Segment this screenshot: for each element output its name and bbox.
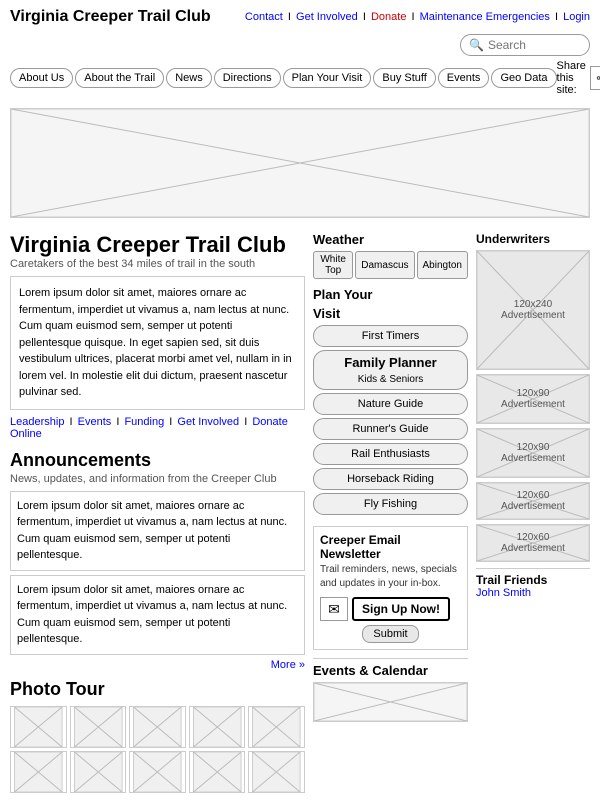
search-bar: 🔍 (460, 34, 590, 56)
ad-1: 120x240Advertisement (476, 250, 590, 370)
plan-btn-runners-guide[interactable]: Runner's Guide (313, 418, 468, 440)
photo-thumb (129, 706, 186, 748)
events-calendar-title: Events & Calendar (313, 658, 468, 678)
get-involved-text-link[interactable]: Get Involved (177, 416, 239, 428)
submit-button[interactable]: Submit (362, 625, 418, 643)
ad-2: 120x90Advertisement (476, 374, 590, 424)
weather-btn-white-top[interactable]: White Top (313, 251, 353, 279)
ad-label-2: 120x90Advertisement (501, 388, 565, 410)
announcement-2: Lorem ipsum dolor sit amet, maiores orna… (10, 575, 305, 655)
main-content: Virginia Creeper Trail Club Caretakers o… (0, 224, 600, 801)
photo-thumb (129, 751, 186, 793)
site-title: Virginia Creeper Trail Club (10, 8, 211, 26)
announcements-title: Announcements (10, 450, 305, 471)
funding-link[interactable]: Funding (124, 416, 164, 428)
more-link-row: More » (10, 659, 305, 671)
share-section: Share this site: (557, 60, 600, 96)
plan-your-visit-title2: Visit (313, 306, 468, 321)
newsletter-row: ✉ Sign Up Now! (320, 597, 461, 621)
ad-label-1: 120x240Advertisement (501, 299, 565, 321)
share-label: Share this site: (557, 60, 586, 96)
nav-directions[interactable]: Directions (214, 68, 281, 88)
weather-title: Weather (313, 232, 468, 247)
intro-text: Lorem ipsum dolor sit amet, maiores orna… (10, 276, 305, 410)
photo-thumb (70, 751, 127, 793)
share-button[interactable] (590, 66, 600, 90)
newsletter-desc: Trail reminders, news, specials and upda… (320, 563, 461, 591)
more-link[interactable]: More » (271, 659, 305, 671)
nav-geo-data[interactable]: Geo Data (491, 68, 556, 88)
contact-link[interactable]: Contact (245, 11, 283, 23)
left-column: Virginia Creeper Trail Club Caretakers o… (10, 232, 305, 793)
nav-news[interactable]: News (166, 68, 212, 88)
ad-4: 120x60Advertisement (476, 482, 590, 520)
newsletter-title: Creeper Email Newsletter (320, 533, 461, 561)
ad-5: 120x60Advertisement (476, 524, 590, 562)
family-planner-sub: Kids & Seniors (358, 374, 424, 385)
photo-thumb (70, 706, 127, 748)
plan-btn-family-planner[interactable]: Family PlannerKids & Seniors (313, 350, 468, 390)
mail-icon: ✉ (320, 597, 348, 621)
announcements-subtitle: News, updates, and information from the … (10, 473, 305, 485)
weather-btn-abington[interactable]: Abington (417, 251, 468, 279)
plan-btn-first-timers[interactable]: First Timers (313, 325, 468, 347)
nav-items: About Us About the Trail News Directions… (10, 68, 557, 88)
right-column: Underwriters 120x240Advertisement 120x90… (476, 232, 590, 793)
plan-btn-nature-guide[interactable]: Nature Guide (313, 393, 468, 415)
events-text-link[interactable]: Events (78, 416, 112, 428)
events-placeholder (313, 682, 468, 722)
plan-btn-rail-enthusiasts[interactable]: Rail Enthusiasts (313, 443, 468, 465)
banner (10, 108, 590, 218)
signup-button[interactable]: Sign Up Now! (352, 597, 450, 621)
plan-btn-fly-fishing[interactable]: Fly Fishing (313, 493, 468, 515)
ad-label-4: 120x60Advertisement (501, 490, 565, 512)
share-icon (596, 71, 600, 85)
search-icon: 🔍 (469, 38, 484, 52)
photo-thumb (248, 751, 305, 793)
leadership-link[interactable]: Leadership (10, 416, 64, 428)
plan-your-visit-title: Plan Your (313, 287, 468, 302)
photo-thumb (10, 751, 67, 793)
ad-3: 120x90Advertisement (476, 428, 590, 478)
underwriters-title: Underwriters (476, 232, 590, 246)
photo-thumb (248, 706, 305, 748)
header-nav-links: Contact I Get Involved I Donate I Mainte… (245, 11, 590, 23)
login-link[interactable]: Login (563, 11, 590, 23)
nav-about-us[interactable]: About Us (10, 68, 73, 88)
trail-friend-1[interactable]: John Smith (476, 587, 590, 599)
nav-bar: About Us About the Trail News Directions… (0, 60, 600, 102)
nav-buy-stuff[interactable]: Buy Stuff (373, 68, 435, 88)
weather-btn-damascus[interactable]: Damascus (355, 251, 414, 279)
photo-tour-title: Photo Tour (10, 679, 305, 700)
photo-thumb (189, 751, 246, 793)
announcement-1: Lorem ipsum dolor sit amet, maiores orna… (10, 491, 305, 571)
trail-friends-title: Trail Friends (476, 568, 590, 587)
plan-btn-horseback-riding[interactable]: Horseback Riding (313, 468, 468, 490)
get-involved-link[interactable]: Get Involved (296, 11, 358, 23)
nav-about-trail[interactable]: About the Trail (75, 68, 164, 88)
text-links: Leadership I Events I Funding I Get Invo… (10, 416, 305, 440)
nav-events[interactable]: Events (438, 68, 490, 88)
photo-grid (10, 706, 305, 793)
donate-link[interactable]: Donate (371, 11, 406, 23)
newsletter-section: Creeper Email Newsletter Trail reminders… (313, 526, 468, 650)
search-row: 🔍 (0, 30, 600, 60)
photo-thumb (189, 706, 246, 748)
middle-column: Weather White Top Damascus Abington Plan… (313, 232, 468, 793)
ad-label-5: 120x60Advertisement (501, 532, 565, 554)
search-input[interactable] (488, 38, 581, 52)
header: Virginia Creeper Trail Club Contact I Ge… (0, 0, 600, 30)
photo-thumb (10, 706, 67, 748)
club-title: Virginia Creeper Trail Club (10, 232, 305, 258)
banner-wireframe (11, 109, 589, 217)
weather-buttons: White Top Damascus Abington (313, 251, 468, 279)
nav-plan-your-visit[interactable]: Plan Your Visit (283, 68, 372, 88)
ad-label-3: 120x90Advertisement (501, 442, 565, 464)
maintenance-link[interactable]: Maintenance Emergencies (420, 11, 550, 23)
club-subtitle: Caretakers of the best 34 miles of trail… (10, 258, 305, 270)
